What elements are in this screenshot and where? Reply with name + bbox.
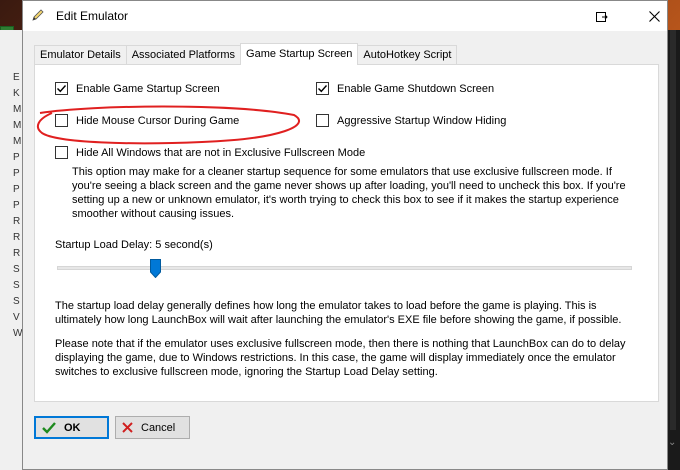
tab-game-startup-screen[interactable]: Game Startup Screen <box>240 43 359 65</box>
cross-icon <box>122 422 133 433</box>
startup-delay-label: Startup Load Delay: 5 second(s) <box>55 239 213 251</box>
checkbox-box[interactable] <box>316 82 329 95</box>
checkmark-icon <box>42 421 56 434</box>
checkbox-label: Hide All Windows that are not in Exclusi… <box>76 146 366 159</box>
pencil-icon <box>32 9 44 21</box>
checkbox-label: Enable Game Startup Screen <box>76 82 220 95</box>
hide-cursor-checkbox[interactable]: Hide Mouse Cursor During Game <box>55 114 239 127</box>
checkbox-label: Aggressive Startup Window Hiding <box>337 114 507 127</box>
startup-screen-panel: Enable Game Startup Screen Enable Game S… <box>34 64 659 402</box>
checkmark-icon <box>318 85 328 93</box>
checkbox-box[interactable] <box>55 114 68 127</box>
hide-windows-checkbox[interactable]: Hide All Windows that are not in Exclusi… <box>55 146 365 159</box>
ok-button[interactable]: OK <box>34 416 109 439</box>
delay-help-text-1: The startup load delay generally defines… <box>55 300 622 326</box>
cancel-label: Cancel <box>141 421 176 434</box>
enable-startup-checkbox[interactable]: Enable Game Startup Screen <box>55 82 220 95</box>
cancel-button[interactable]: Cancel <box>115 416 190 439</box>
hide-windows-help-text: This option may make for a cleaner start… <box>72 166 626 220</box>
delay-help-text-2: Please note that if the emulator uses ex… <box>55 338 626 378</box>
restore-button[interactable] <box>579 1 625 31</box>
chevron-down-icon[interactable]: ⌄ <box>668 437 676 448</box>
checkbox-label: Hide Mouse Cursor During Game <box>76 114 240 127</box>
checkbox-box[interactable] <box>316 114 329 127</box>
startup-delay-slider-track[interactable] <box>57 266 632 270</box>
restore-icon <box>596 12 608 22</box>
tab-autohotkey-script[interactable]: AutoHotkey Script <box>357 45 458 65</box>
title-bar: Edit Emulator <box>23 1 667 31</box>
close-icon <box>648 10 660 22</box>
checkbox-box[interactable] <box>55 146 68 159</box>
close-button[interactable] <box>631 1 677 31</box>
edit-emulator-dialog: Edit Emulator Emulator Details Associate… <box>22 0 668 470</box>
checkmark-icon <box>57 85 67 93</box>
tab-associated-platforms[interactable]: Associated Platforms <box>125 45 242 65</box>
background-scrollbar[interactable]: ⌄ <box>666 30 680 470</box>
window-title: Edit Emulator <box>56 9 129 23</box>
checkbox-box[interactable] <box>55 82 68 95</box>
startup-delay-slider-thumb[interactable] <box>150 259 161 278</box>
background-scrollbar-thumb[interactable] <box>670 30 676 430</box>
ok-label: OK <box>64 421 81 434</box>
tab-emulator-details[interactable]: Emulator Details <box>34 45 127 65</box>
checkbox-label: Enable Game Shutdown Screen <box>337 82 495 95</box>
tab-strip: Emulator Details Associated Platforms Ga… <box>34 43 458 65</box>
enable-shutdown-checkbox[interactable]: Enable Game Shutdown Screen <box>316 82 494 95</box>
aggressive-hiding-checkbox[interactable]: Aggressive Startup Window Hiding <box>316 114 506 127</box>
